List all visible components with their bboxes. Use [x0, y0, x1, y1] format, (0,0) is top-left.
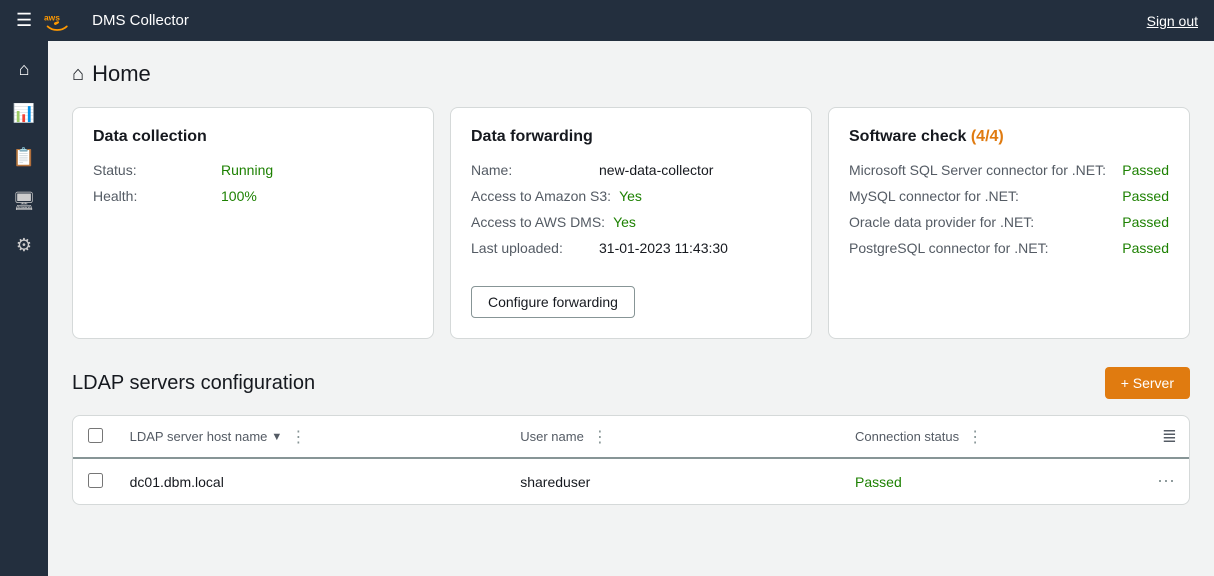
header-user-label: User name — [520, 429, 584, 444]
forwarding-s3-row: Access to Amazon S3: Yes — [471, 188, 791, 204]
forwarding-uploaded-label: Last uploaded: — [471, 240, 591, 256]
table-body: dc01.dbm.local shareduser Passed ⋯ — [73, 458, 1189, 504]
row-user-value: shareduser — [520, 474, 590, 490]
table-header-row: LDAP server host name ▼ ⋮ User name ⋮ — [73, 416, 1189, 458]
software-check-label: Microsoft SQL Server connector for .NET: — [849, 162, 1106, 178]
data-collection-health-row: Health: 100% — [93, 188, 413, 204]
layout: ⌂ 📊 📋 🖥 ⚙ ⌂ Home Data collection Stat — [0, 41, 1214, 576]
main-content: ⌂ Home Data collection Status: Running H… — [48, 41, 1214, 576]
sidebar-item-data[interactable]: 📊 — [4, 93, 44, 133]
forwarding-uploaded-value: 31-01-2023 11:43:30 — [599, 240, 728, 256]
list-icon: 📋 — [13, 147, 35, 168]
row-host-cell: dc01.dbm.local — [118, 458, 509, 504]
header-host: LDAP server host name ▼ ⋮ — [118, 416, 509, 458]
data-collection-title: Data collection — [93, 128, 413, 146]
row-user-cell: shareduser — [508, 458, 843, 504]
software-check-row: Oracle data provider for .NET: Passed — [849, 214, 1169, 230]
hamburger-icon[interactable]: ☰ — [16, 10, 32, 31]
forwarding-uploaded-row: Last uploaded: 31-01-2023 11:43:30 — [471, 240, 791, 256]
sidebar-item-config[interactable]: ⚙ — [4, 225, 44, 265]
data-forwarding-card: Data forwarding Name: new-data-collector… — [450, 107, 812, 339]
data-collection-status-row: Status: Running — [93, 162, 413, 178]
row-actions-menu-icon[interactable]: ⋯ — [1157, 471, 1177, 491]
page-title-text: Home — [92, 61, 151, 87]
software-check-title: Software check (4/4) — [849, 128, 1169, 146]
software-check-row: MySQL connector for .NET: Passed — [849, 188, 1169, 204]
sidebar-item-servers[interactable]: 🖥 — [4, 181, 44, 221]
page-home-icon: ⌂ — [72, 63, 84, 86]
row-host-value: dc01.dbm.local — [130, 474, 224, 490]
software-check-row: PostgreSQL connector for .NET: Passed — [849, 240, 1169, 256]
sort-icon[interactable]: ▼ — [271, 431, 282, 443]
software-check-value: Passed — [1122, 188, 1169, 204]
row-status-value: Passed — [855, 474, 902, 490]
forwarding-dms-row: Access to AWS DMS: Yes — [471, 214, 791, 230]
data-collection-card: Data collection Status: Running Health: … — [72, 107, 434, 339]
header-status-label: Connection status — [855, 429, 959, 444]
nav-left: ☰ aws DMS Collector — [16, 9, 189, 33]
forwarding-dms-label: Access to AWS DMS: — [471, 214, 605, 230]
software-checks-list: Microsoft SQL Server connector for .NET:… — [849, 162, 1169, 256]
host-col-menu-icon[interactable]: ⋮ — [290, 427, 306, 447]
software-check-count: (4/4) — [971, 128, 1004, 145]
data-forwarding-title: Data forwarding — [471, 128, 791, 146]
sidebar-item-home[interactable]: ⌂ — [4, 49, 44, 89]
config-icon: ⚙ — [16, 235, 32, 256]
data-icon: 📊 — [13, 103, 35, 124]
software-check-label: PostgreSQL connector for .NET: — [849, 240, 1048, 256]
header-host-label: LDAP server host name — [130, 429, 268, 444]
forwarding-name-value: new-data-collector — [599, 162, 713, 178]
add-server-button[interactable]: + Server — [1105, 367, 1190, 399]
row-checkbox[interactable] — [88, 473, 103, 488]
svg-text:aws: aws — [44, 12, 60, 22]
software-check-card: Software check (4/4) Microsoft SQL Serve… — [828, 107, 1190, 339]
row-actions-cell: ⋯ — [1122, 458, 1189, 504]
ldap-section-header: LDAP servers configuration + Server — [72, 367, 1190, 399]
select-all-checkbox[interactable] — [88, 428, 103, 443]
app-title: DMS Collector — [92, 12, 189, 29]
software-check-value: Passed — [1122, 214, 1169, 230]
forwarding-name-row: Name: new-data-collector — [471, 162, 791, 178]
configure-forwarding-button[interactable]: Configure forwarding — [471, 286, 635, 318]
ldap-table-container: LDAP server host name ▼ ⋮ User name ⋮ — [72, 415, 1190, 505]
ldap-table: LDAP server host name ▼ ⋮ User name ⋮ — [73, 416, 1189, 504]
software-check-label: MySQL connector for .NET: — [849, 188, 1019, 204]
software-check-label: Oracle data provider for .NET: — [849, 214, 1034, 230]
sidebar-item-list[interactable]: 📋 — [4, 137, 44, 177]
home-icon: ⌂ — [19, 59, 30, 80]
top-nav: ☰ aws DMS Collector Sign out — [0, 0, 1214, 41]
header-user: User name ⋮ — [508, 416, 843, 458]
health-label: Health: — [93, 188, 213, 204]
sidebar: ⌂ 📊 📋 🖥 ⚙ — [0, 41, 48, 576]
header-status: Connection status ⋮ — [843, 416, 1122, 458]
forwarding-dms-value: Yes — [613, 214, 636, 230]
header-actions: ≣ — [1122, 416, 1189, 458]
servers-icon: 🖥 — [13, 191, 36, 212]
forwarding-s3-label: Access to Amazon S3: — [471, 188, 611, 204]
forwarding-name-label: Name: — [471, 162, 591, 178]
cards-row: Data collection Status: Running Health: … — [72, 107, 1190, 339]
ldap-section-title: LDAP servers configuration — [72, 372, 315, 395]
header-checkbox-col — [73, 416, 118, 458]
rows-icon[interactable]: ≣ — [1162, 426, 1177, 446]
user-col-menu-icon[interactable]: ⋮ — [592, 427, 608, 447]
aws-logo-mark: aws — [44, 9, 80, 33]
status-value: Running — [221, 162, 273, 178]
row-status-cell: Passed — [843, 458, 1122, 504]
health-value: 100% — [221, 188, 257, 204]
row-checkbox-cell — [73, 458, 118, 504]
aws-logo: aws — [44, 9, 80, 33]
forwarding-s3-value: Yes — [619, 188, 642, 204]
software-check-title-text: Software check — [849, 128, 966, 145]
status-label: Status: — [93, 162, 213, 178]
software-check-row: Microsoft SQL Server connector for .NET:… — [849, 162, 1169, 178]
software-check-value: Passed — [1122, 240, 1169, 256]
page-title: ⌂ Home — [72, 61, 1190, 87]
sign-out-link[interactable]: Sign out — [1147, 13, 1198, 29]
table-row: dc01.dbm.local shareduser Passed ⋯ — [73, 458, 1189, 504]
status-col-menu-icon[interactable]: ⋮ — [967, 427, 983, 447]
software-check-value: Passed — [1122, 162, 1169, 178]
table-header: LDAP server host name ▼ ⋮ User name ⋮ — [73, 416, 1189, 458]
